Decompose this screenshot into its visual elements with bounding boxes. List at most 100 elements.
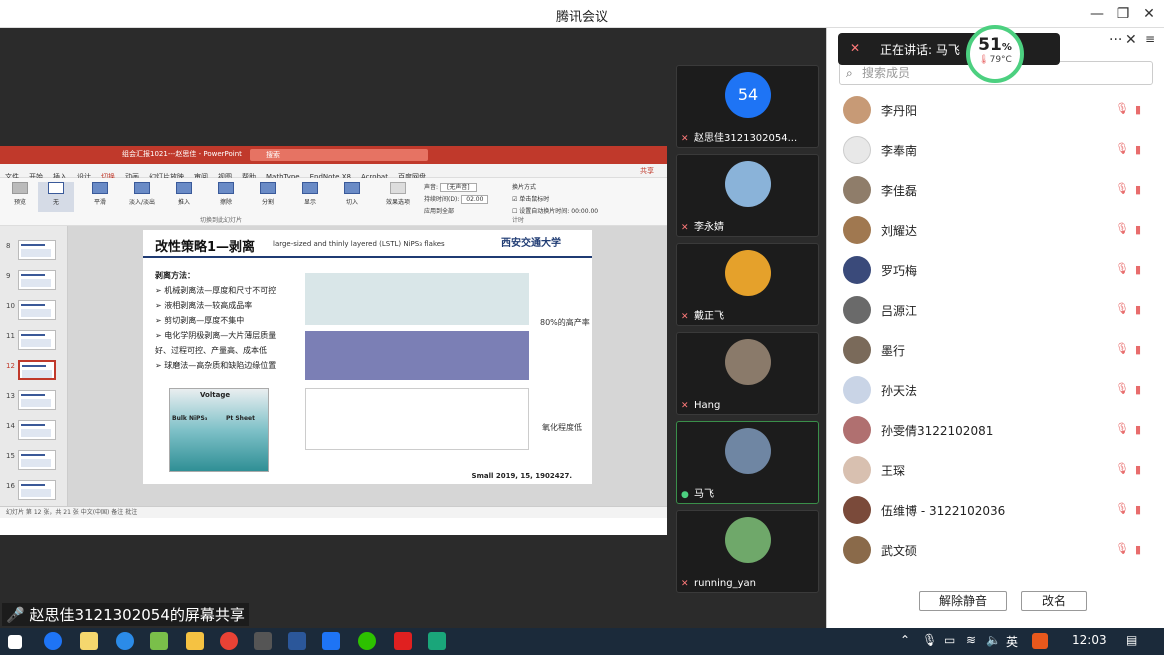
video-tile[interactable]: ✕ running_yan (676, 510, 819, 593)
ppt-search-box[interactable]: 搜索 (250, 149, 428, 161)
member-row[interactable]: 李丹阳 🎙 ▮ (843, 90, 1153, 130)
store-icon[interactable] (80, 632, 98, 650)
effect-push[interactable]: 推入 (166, 182, 202, 212)
auto-advance-checkbox[interactable]: ☐ 设置自动换片时间: 00:00.00 (512, 206, 622, 218)
sound-dropdown[interactable]: [无声音] (439, 183, 477, 192)
member-row[interactable]: 伍维博 - 3122102036 🎙 ▮ (843, 490, 1153, 530)
unmute-all-button[interactable]: 解除静音 (919, 591, 1007, 611)
members-panel: ··· ✕ ≡ ⌕ 搜索成员 李丹阳 🎙 ▮ 李奉南 🎙 ▮ 李佳磊 🎙 ▮ 刘耀达 🎙 ▮ 罗巧… (826, 28, 1164, 628)
member-row[interactable]: 李奉南 🎙 ▮ (843, 130, 1153, 170)
member-row[interactable]: 刘耀达 🎙 ▮ (843, 210, 1153, 250)
member-row[interactable]: 武文硕 🎙 ▮ (843, 530, 1153, 570)
mic-muted-icon[interactable]: 🎙 (1115, 102, 1129, 116)
notification-icon[interactable]: ▤ (1126, 633, 1137, 647)
app-icon[interactable] (394, 632, 412, 650)
member-row[interactable]: 李佳磊 🎙 ▮ (843, 170, 1153, 210)
member-row[interactable]: 墨行 🎙 ▮ (843, 330, 1153, 370)
video-tile[interactable]: ✕ 戴正飞 (676, 243, 819, 326)
app-icon[interactable] (150, 632, 168, 650)
timing-group: 声音: [无声音] 持续时间(D): 02.00 应用到全部 (424, 182, 514, 218)
volume-icon[interactable]: 🔈 (986, 633, 1001, 647)
effect-reveal[interactable]: 显示 (292, 182, 328, 212)
effect-options[interactable]: 效果选项 (380, 182, 416, 212)
avatar (725, 428, 771, 474)
endnote-icon[interactable] (254, 632, 272, 650)
effect-split[interactable]: 分割 (250, 182, 286, 212)
camera-off-icon[interactable]: ▮ (1135, 343, 1149, 356)
preview-button[interactable]: 预览 (2, 182, 38, 212)
camera-off-icon[interactable]: ▮ (1135, 543, 1149, 556)
powerpoint-window: 组会汇报1021---赵思佳 - PowerPoint 搜索 文件 开始 插入 设计切… (0, 146, 667, 535)
mic-icon[interactable]: 🎙 (922, 633, 937, 647)
ie-icon[interactable] (44, 632, 62, 650)
member-row[interactable]: 王琛 🎙 ▮ (843, 450, 1153, 490)
word-icon[interactable] (288, 632, 306, 650)
close-button[interactable]: ✕ (1138, 4, 1160, 24)
effect-morph[interactable]: 平滑 (82, 182, 118, 212)
mic-muted-icon[interactable]: 🎙 (1115, 382, 1129, 396)
member-row[interactable]: 罗巧梅 🎙 ▮ (843, 250, 1153, 290)
mic-muted-icon[interactable]: 🎙 (1115, 302, 1129, 316)
mic-muted-icon[interactable]: 🎙 (1115, 222, 1129, 236)
camera-off-icon[interactable]: ▮ (1135, 463, 1149, 476)
chevron-up-icon[interactable]: ⌃ (900, 633, 910, 647)
clock[interactable]: 12:03 (1072, 633, 1107, 647)
video-tile[interactable]: ✕ 李永婧 (676, 154, 819, 237)
tile-name-text: 马飞 (694, 489, 714, 500)
minimize-button[interactable]: — (1086, 4, 1108, 24)
close-panel-icon[interactable]: ✕ (1125, 32, 1137, 48)
on-click-checkbox[interactable]: ☑ 单击鼠标时 (512, 194, 622, 206)
video-tile[interactable]: 54 ✕ 赵思佳3121302054... (676, 65, 819, 148)
cpu-gauge[interactable]: 51% 🌡79°C (966, 25, 1024, 83)
member-name: 吕源江 (881, 304, 918, 318)
video-tile[interactable]: ✕ Hang (676, 332, 819, 415)
mic-muted-icon[interactable]: 🎙 (1115, 502, 1129, 516)
folder-icon[interactable] (186, 632, 204, 650)
camera-off-icon[interactable]: ▮ (1135, 503, 1149, 516)
mic-muted-icon[interactable]: 🎙 (1115, 262, 1129, 276)
speaking-indicator: ✕ 正在讲话: 马飞 (838, 33, 1060, 65)
camera-off-icon[interactable]: ▮ (1135, 143, 1149, 156)
member-name: 伍维博 - 3122102036 (881, 504, 1006, 518)
rename-button[interactable]: 改名 (1021, 591, 1087, 611)
start-icon[interactable] (8, 635, 22, 649)
camera-off-icon[interactable]: ▮ (1135, 263, 1149, 276)
effect-none[interactable]: 无 (38, 182, 74, 212)
effect-wipe[interactable]: 擦除 (208, 182, 244, 212)
mic-muted-icon[interactable]: 🎙 (1115, 542, 1129, 556)
mic-muted-icon[interactable]: 🎙 (1115, 422, 1129, 436)
mic-muted-icon[interactable]: 🎙 (1115, 342, 1129, 356)
mindmap-icon[interactable] (428, 632, 446, 650)
ppt-share-button[interactable]: 共享 (635, 164, 659, 178)
university-logo: 西安交通大学 (501, 238, 561, 249)
camera-off-icon[interactable]: ▮ (1135, 383, 1149, 396)
effect-cut[interactable]: 切入 (334, 182, 370, 212)
member-row[interactable]: 孙天法 🎙 ▮ (843, 370, 1153, 410)
effect-fade[interactable]: 淡入/淡出 (124, 182, 160, 212)
mic-muted-icon[interactable]: 🎙 (1115, 462, 1129, 476)
wechat-icon[interactable] (358, 632, 376, 650)
camera-off-icon[interactable]: ▮ (1135, 103, 1149, 116)
more-icon[interactable]: ··· (1109, 32, 1122, 48)
edge-icon[interactable] (116, 632, 134, 650)
member-row[interactable]: 孙雯倩3122102081 🎙 ▮ (843, 410, 1153, 450)
mic-muted-icon[interactable]: 🎙 (1115, 182, 1129, 196)
apply-all-button[interactable]: 应用到全部 (424, 206, 514, 218)
wifi-icon[interactable]: ≋ (966, 633, 976, 647)
chrome-icon[interactable] (220, 632, 238, 650)
mic-muted-icon[interactable]: 🎙 (1115, 142, 1129, 156)
video-tile-speaking[interactable]: ● 马飞 (676, 421, 819, 504)
camera-off-icon[interactable]: ▮ (1135, 223, 1149, 236)
camera-off-icon[interactable]: ▮ (1135, 303, 1149, 316)
duration-input[interactable]: 02.00 (461, 195, 489, 204)
camera-off-icon[interactable]: ▮ (1135, 423, 1149, 436)
ime-indicator[interactable]: 英 (1006, 633, 1018, 650)
sogou-icon[interactable] (1032, 633, 1048, 649)
camera-off-icon[interactable]: ▮ (1135, 183, 1149, 196)
display-icon[interactable]: ▭ (944, 633, 955, 647)
member-row[interactable]: 吕源江 🎙 ▮ (843, 290, 1153, 330)
tencent-meeting-icon[interactable] (322, 632, 340, 650)
maximize-button[interactable]: ❐ (1112, 4, 1134, 24)
slide-canvas[interactable]: 改性策略1—剥离 large-sized and thinly layered … (143, 230, 592, 484)
menu-icon[interactable]: ≡ (1145, 32, 1155, 46)
